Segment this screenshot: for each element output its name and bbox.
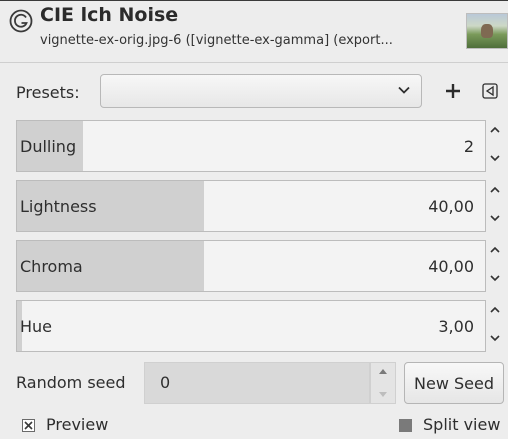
dialog-header: CIE lch Noise vignette-ex-orig.jpg-6 ([v… bbox=[0, 1, 508, 59]
spin-down-icon bbox=[490, 275, 500, 282]
spin-up-icon bbox=[490, 126, 500, 133]
chroma-slider[interactable]: Chroma 40,00 bbox=[16, 240, 486, 292]
menu-triangle-icon bbox=[482, 83, 498, 99]
dulling-value: 2 bbox=[463, 137, 474, 156]
preview-checkbox[interactable] bbox=[22, 419, 35, 432]
add-preset-button[interactable] bbox=[438, 74, 468, 108]
lightness-value: 40,00 bbox=[428, 197, 474, 216]
spin-up-icon bbox=[379, 369, 387, 374]
chroma-spin-buttons[interactable] bbox=[486, 240, 504, 292]
dialog-title: CIE lch Noise bbox=[40, 4, 179, 26]
spin-up-icon bbox=[490, 186, 500, 193]
gegl-operation-icon bbox=[9, 9, 33, 33]
spin-down-icon bbox=[490, 215, 500, 222]
split-view-label[interactable]: Split view bbox=[423, 415, 500, 434]
dulling-label: Dulling bbox=[20, 137, 77, 156]
hue-label: Hue bbox=[20, 317, 53, 336]
hue-value: 3,00 bbox=[438, 317, 474, 336]
split-view-checkbox[interactable] bbox=[399, 419, 412, 432]
random-seed-input[interactable]: 0 bbox=[144, 362, 370, 404]
spin-down-icon bbox=[379, 392, 387, 397]
chroma-label: Chroma bbox=[20, 257, 83, 276]
preset-menu-button[interactable] bbox=[478, 76, 502, 106]
chevron-down-icon bbox=[398, 86, 410, 94]
random-seed-spin-buttons[interactable] bbox=[370, 362, 396, 404]
chroma-value: 40,00 bbox=[428, 257, 474, 276]
lightness-spin-buttons[interactable] bbox=[486, 180, 504, 232]
plus-icon bbox=[446, 84, 460, 98]
preview-label[interactable]: Preview bbox=[46, 415, 108, 434]
dialog-subtitle: vignette-ex-orig.jpg-6 ([vignette-ex-gam… bbox=[40, 33, 393, 48]
spin-down-icon bbox=[490, 335, 500, 342]
dulling-spin-buttons[interactable] bbox=[486, 120, 504, 172]
spin-up-icon bbox=[490, 246, 500, 253]
hue-slider[interactable]: Hue 3,00 bbox=[16, 300, 486, 352]
hue-spin-buttons[interactable] bbox=[486, 300, 504, 352]
lightness-label: Lightness bbox=[20, 197, 97, 216]
random-seed-label: Random seed bbox=[16, 373, 126, 392]
dulling-slider[interactable]: Dulling 2 bbox=[16, 120, 486, 172]
new-seed-button[interactable]: New Seed bbox=[404, 362, 504, 404]
header-separator bbox=[0, 62, 508, 63]
spin-up-icon bbox=[490, 306, 500, 313]
random-seed-value: 0 bbox=[160, 373, 171, 392]
lightness-slider[interactable]: Lightness 40,00 bbox=[16, 180, 486, 232]
image-thumbnail bbox=[466, 13, 508, 49]
presets-combo[interactable] bbox=[100, 74, 422, 108]
checkmark-icon bbox=[24, 421, 33, 430]
spin-down-icon bbox=[490, 155, 500, 162]
presets-label: Presets: bbox=[16, 83, 80, 102]
